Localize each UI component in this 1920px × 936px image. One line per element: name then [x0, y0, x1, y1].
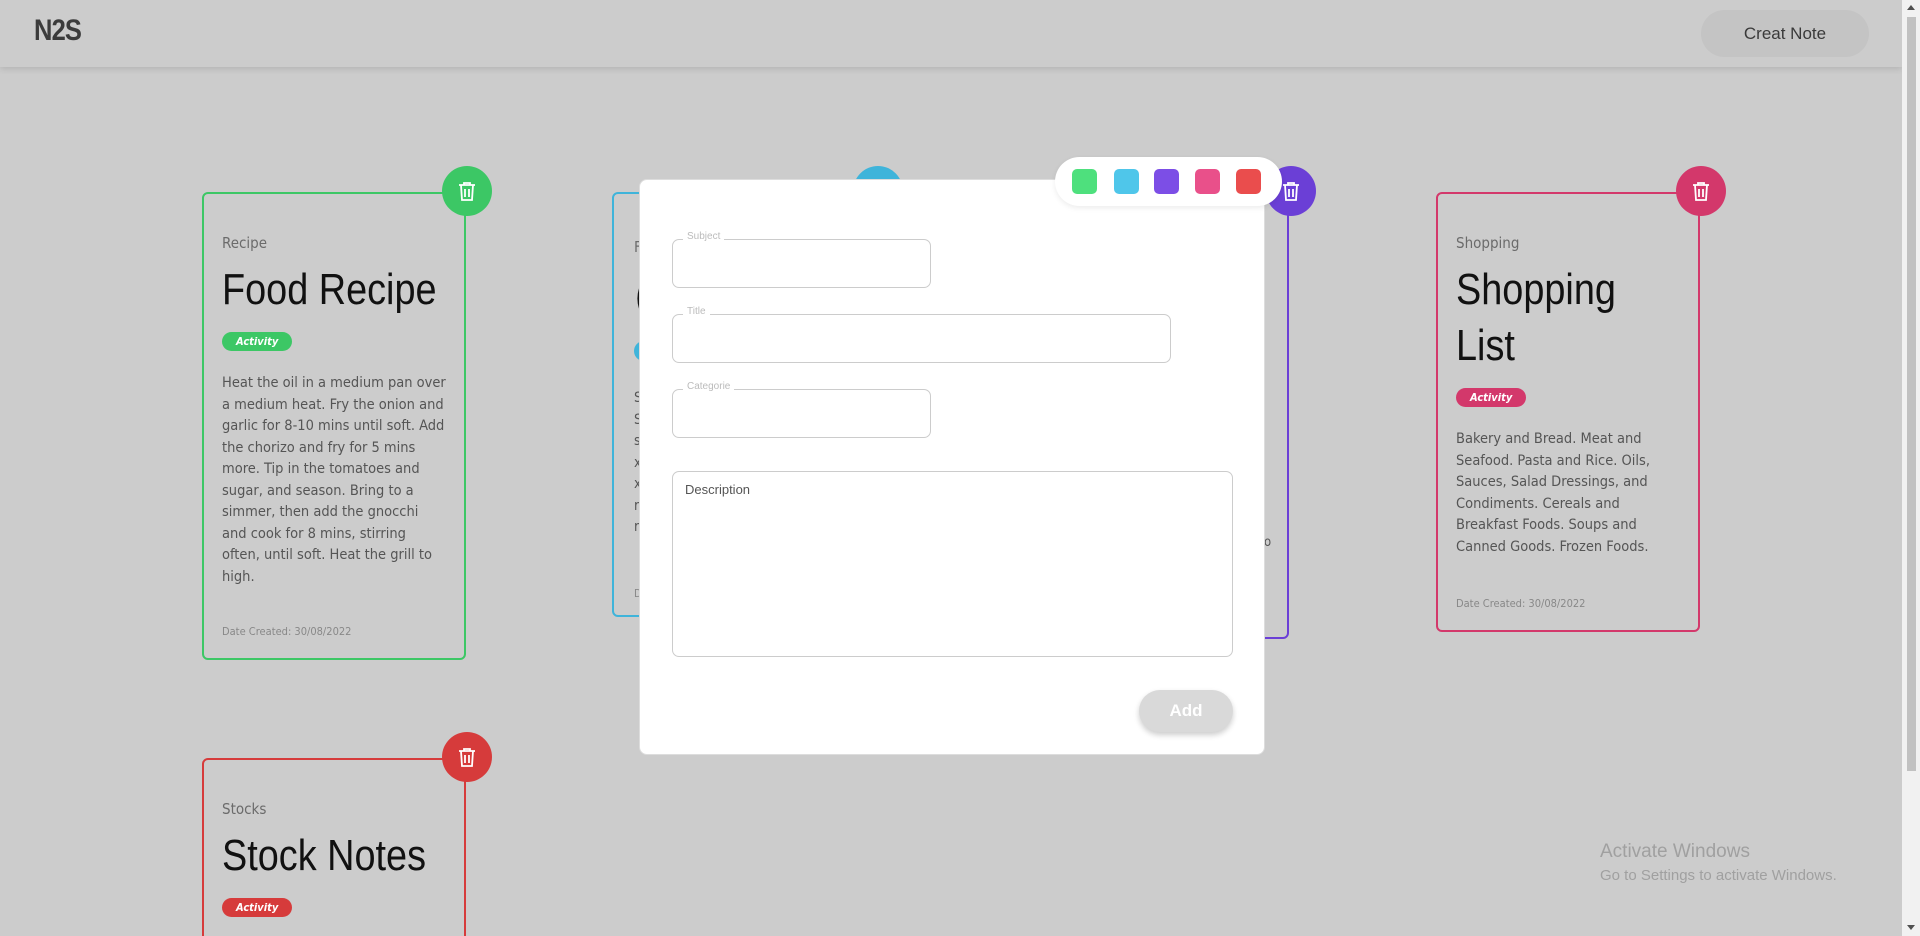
card-title: Shopping List [1456, 265, 1616, 370]
add-button[interactable]: Add [1139, 690, 1233, 732]
scroll-up-arrow-icon[interactable] [1907, 5, 1915, 10]
note-card-stock: Stocks Stock Notes Activity [202, 758, 466, 936]
watermark-title: Activate Windows [1600, 841, 1750, 862]
title-input[interactable] [673, 315, 1170, 362]
create-note-modal: Subject Title Categorie Description Add [639, 179, 1265, 755]
trash-icon [459, 182, 475, 201]
category-field[interactable]: Categorie [672, 381, 931, 438]
card-date: Date Created: 30/08/2022 [222, 625, 352, 638]
color-swatch-pink[interactable] [1195, 169, 1220, 194]
card-description: Heat the oil in a medium pan over a medi… [222, 375, 446, 585]
card-category: Recipe [222, 234, 268, 252]
category-label: Categorie [683, 381, 735, 392]
description-textarea[interactable]: Description [672, 471, 1233, 657]
title-field[interactable]: Title [672, 306, 1171, 363]
card-description: Bakery and Bread. Meat and Seafood. Past… [1456, 431, 1650, 555]
card-badge: Activity [1456, 388, 1527, 407]
watermark-subtitle: Go to Settings to activate Windows. [1600, 867, 1837, 884]
card-description-fragment: o [1264, 535, 1272, 550]
note-card-shopping: Shopping Shopping List Activity Bakery a… [1436, 192, 1700, 632]
card-badge: Activity [222, 332, 293, 351]
note-card-food: Recipe Food Recipe Activity Heat the oil… [202, 192, 466, 660]
card-title: Food Recipe [222, 265, 437, 314]
card-category: Shopping [1456, 234, 1520, 252]
color-swatch-purple[interactable] [1154, 169, 1179, 194]
delete-button-food[interactable] [442, 166, 492, 216]
card-date: Date Created: 30/08/2022 [1456, 597, 1586, 610]
color-palette [1055, 157, 1282, 206]
title-label: Title [683, 306, 710, 317]
color-swatch-red[interactable] [1236, 169, 1261, 194]
trash-icon [1693, 182, 1709, 201]
scrollbar-thumb[interactable] [1907, 17, 1916, 771]
windows-activation-watermark: Activate Windows Go to Settings to activ… [1600, 841, 1837, 884]
scroll-down-arrow-icon[interactable] [1907, 925, 1915, 930]
color-swatch-green[interactable] [1072, 169, 1097, 194]
delete-button-stock[interactable] [442, 732, 492, 782]
trash-icon [459, 748, 475, 767]
top-navbar: N2S Creat Note [0, 0, 1902, 67]
app-logo[interactable]: N2S [34, 14, 82, 48]
trash-icon [1283, 182, 1299, 201]
card-category: Stocks [222, 800, 267, 818]
delete-button-shopping[interactable] [1676, 166, 1726, 216]
card-badge: Activity [222, 898, 293, 917]
subject-field[interactable]: Subject [672, 231, 931, 288]
page-scrollbar[interactable] [1902, 0, 1920, 936]
category-input[interactable] [673, 390, 930, 437]
subject-input[interactable] [673, 240, 930, 287]
create-note-button[interactable]: Creat Note [1701, 10, 1869, 57]
subject-label: Subject [683, 231, 725, 242]
color-swatch-blue[interactable] [1114, 169, 1139, 194]
card-title: Stock Notes [222, 831, 427, 880]
